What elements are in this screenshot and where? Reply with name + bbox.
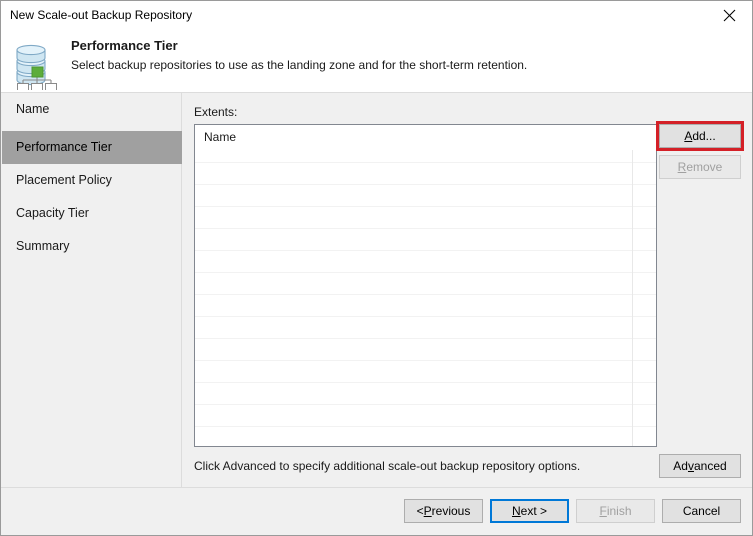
sidebar-item-placement-policy[interactable]: Placement Policy	[2, 164, 182, 197]
extents-list[interactable]: Name	[194, 124, 657, 447]
list-row-separator	[195, 294, 656, 295]
list-row-separator	[195, 228, 656, 229]
sidebar-item-name[interactable]: Name	[2, 93, 182, 126]
dialog-body: Name Performance Tier Placement Policy C…	[1, 93, 752, 487]
advanced-button[interactable]: Ad v anced	[659, 454, 741, 478]
dialog-footer: < Previous Next > Finish Cancel	[1, 487, 752, 535]
list-row-separator	[195, 250, 656, 251]
sidebar-item-summary[interactable]: Summary	[2, 230, 182, 263]
column-header-name[interactable]: Name	[204, 130, 236, 144]
list-row-separator	[195, 316, 656, 317]
wizard-step-list: Name Performance Tier Placement Policy C…	[2, 93, 182, 487]
scale-out-repository-icon	[11, 34, 67, 93]
extents-label: Extents:	[194, 105, 238, 119]
sidebar-item-capacity-tier[interactable]: Capacity Tier	[2, 197, 182, 230]
list-header-row: Name	[195, 125, 656, 150]
finish-button[interactable]: Finish	[576, 499, 655, 523]
list-row-separator	[195, 404, 656, 405]
cancel-button[interactable]: Cancel	[662, 499, 741, 523]
list-row-separator	[195, 360, 656, 361]
window-title: New Scale-out Backup Repository	[10, 8, 193, 22]
list-row-separator	[195, 206, 656, 207]
remove-button[interactable]: Remove	[659, 155, 741, 179]
sidebar-item-performance-tier[interactable]: Performance Tier	[2, 131, 182, 164]
list-row-separator	[195, 162, 656, 163]
wizard-header: Performance Tier Select backup repositor…	[1, 31, 752, 93]
column-divider[interactable]	[632, 125, 633, 446]
page-subtitle: Select backup repositories to use as the…	[71, 58, 528, 72]
list-row-separator	[195, 338, 656, 339]
performance-tier-panel: Extents: Name Add... Remove Click Advanc…	[183, 93, 752, 487]
next-button[interactable]: Next >	[490, 499, 569, 523]
previous-button[interactable]: < Previous	[404, 499, 483, 523]
list-row-separator	[195, 272, 656, 273]
add-button[interactable]: Add...	[659, 124, 741, 148]
advanced-hint-text: Click Advanced to specify additional sca…	[194, 459, 581, 473]
title-bar: New Scale-out Backup Repository	[1, 1, 752, 31]
page-title: Performance Tier	[71, 38, 178, 53]
close-icon[interactable]	[706, 1, 752, 30]
new-scale-out-backup-repository-dialog: New Scale-out Backup Repository Performa…	[0, 0, 753, 536]
list-row-separator	[195, 426, 656, 427]
list-row-separator	[195, 184, 656, 185]
list-row-separator	[195, 382, 656, 383]
